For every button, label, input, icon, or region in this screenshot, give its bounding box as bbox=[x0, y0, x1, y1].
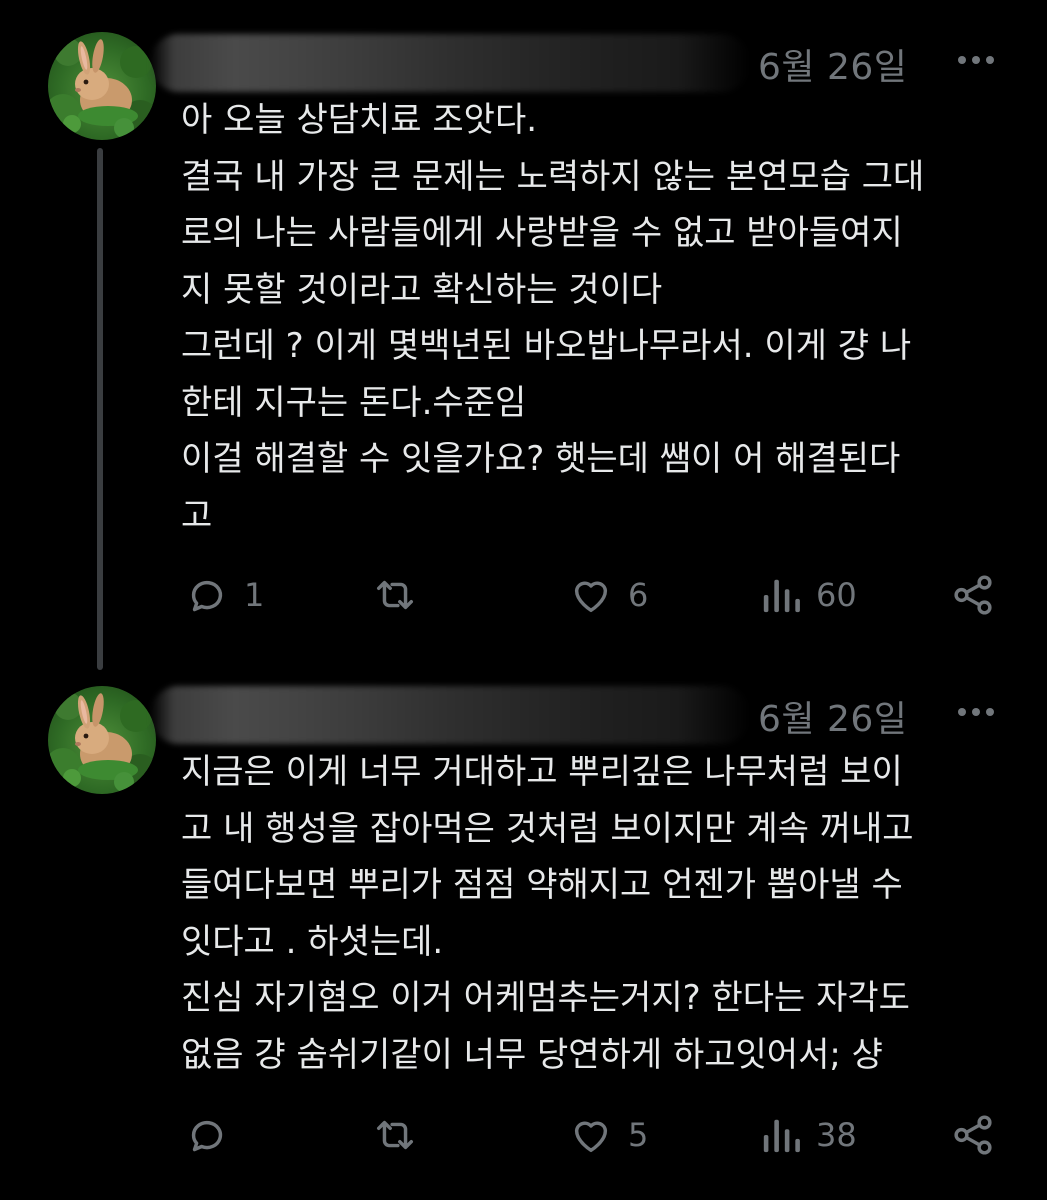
heart-icon bbox=[574, 1121, 608, 1153]
like-count: 5 bbox=[628, 1116, 649, 1154]
reply-button[interactable]: 1 bbox=[184, 570, 264, 620]
share-button[interactable] bbox=[950, 1110, 996, 1160]
post-text-line: 결국 내 가장 큰 문제는 노력하지 않는 본연모습 그대 bbox=[181, 156, 925, 197]
reply-bubble-icon bbox=[191, 1120, 223, 1152]
post-text: 지금은 이게 너무 거대하고 뿌리깊은 나무처럼 보이 고 내 행성을 잡아먹은… bbox=[181, 744, 1021, 1083]
view-count: 38 bbox=[816, 1116, 857, 1154]
repost-arrows-icon bbox=[376, 580, 414, 610]
reply-button[interactable] bbox=[184, 1110, 244, 1160]
views-bars-icon bbox=[763, 1119, 800, 1153]
view-count: 60 bbox=[816, 576, 857, 614]
post-text-line: 아 오늘 상담치료 조앗다. bbox=[181, 100, 538, 140]
views-button[interactable]: 38 bbox=[760, 1110, 857, 1160]
post-text-line: 로의 나는 사람들에게 사랑받을 수 없고 받아들여지 bbox=[181, 213, 903, 253]
like-count: 6 bbox=[628, 576, 649, 614]
post-text-line: 이걸 해결할 수 잇을가요? 햇는데 쌤이 어 해결된다 bbox=[181, 439, 901, 479]
redacted-username bbox=[150, 686, 750, 744]
action-bar: 1 6 60 bbox=[180, 570, 1010, 620]
post-text-line: 한테 지구는 돈다.수준임 bbox=[181, 382, 527, 423]
post-text: 아 오늘 상담치료 조앗다. 결국 내 가장 큰 문제는 노력하지 않는 본연모… bbox=[181, 92, 1021, 544]
post-text-line: 지 못할 것이라고 확신하는 것이다 bbox=[181, 269, 663, 310]
post-text-line: 진심 자기혐오 이거 어케멈추는거지? 한다는 자각도 bbox=[181, 978, 910, 1018]
rabbit-avatar[interactable] bbox=[48, 686, 156, 794]
post-2[interactable]: 6월 26일 지금은 이게 너무 거대하고 뿌리깊은 나무처럼 보이 고 내 행… bbox=[0, 650, 1047, 1200]
repost-arrows-icon bbox=[376, 1120, 414, 1150]
rabbit-avatar[interactable] bbox=[48, 32, 156, 140]
repost-button[interactable] bbox=[370, 1110, 434, 1160]
post-date[interactable]: 6월 26일 bbox=[758, 690, 907, 742]
share-button[interactable] bbox=[950, 570, 996, 620]
action-bar: 5 38 bbox=[180, 1110, 1010, 1160]
post-text-line: 들여다보면 뿌리가 점점 약해지고 언젠가 뽑아낼 수 bbox=[181, 865, 903, 905]
post-text-line: 없음 걍 숨쉬기같이 너무 당연하게 하고잇어서; 샹 bbox=[181, 1034, 883, 1075]
post-text-line: 고 bbox=[181, 495, 213, 536]
share-icon bbox=[954, 575, 992, 615]
rabbit-avatar-image bbox=[48, 692, 156, 792]
like-button[interactable]: 5 bbox=[568, 1110, 648, 1160]
post-text-line: 잇다고 . 하셧는데. bbox=[181, 921, 444, 962]
more-dots-icon[interactable] bbox=[952, 692, 1000, 732]
reply-count: 1 bbox=[244, 576, 265, 614]
post-text-line: 고 내 행성을 잡아먹은 것처럼 보이지만 계속 꺼내고 bbox=[181, 808, 914, 849]
like-button[interactable]: 6 bbox=[568, 570, 648, 620]
post-text-line: 지금은 이게 너무 거대하고 뿌리깊은 나무처럼 보이 bbox=[181, 752, 903, 792]
thread-connector-line bbox=[97, 148, 103, 670]
heart-icon bbox=[574, 581, 608, 613]
post-text-line: 그런데 ? 이게 몇백년된 바오밥나무라서. 이게 걍 나 bbox=[181, 326, 912, 366]
post-date[interactable]: 6월 26일 bbox=[758, 38, 907, 90]
more-dots-icon[interactable] bbox=[952, 40, 1000, 80]
views-button[interactable]: 60 bbox=[760, 570, 857, 620]
repost-button[interactable] bbox=[370, 570, 434, 620]
post-1[interactable]: 6월 26일 아 오늘 상담치료 조앗다. 결국 내 가장 큰 문제는 노력하지… bbox=[0, 0, 1047, 670]
redacted-username bbox=[150, 34, 750, 92]
rabbit-avatar-image bbox=[48, 38, 156, 138]
views-bars-icon bbox=[763, 579, 800, 613]
share-icon bbox=[954, 1115, 992, 1155]
reply-bubble-icon bbox=[191, 580, 223, 612]
